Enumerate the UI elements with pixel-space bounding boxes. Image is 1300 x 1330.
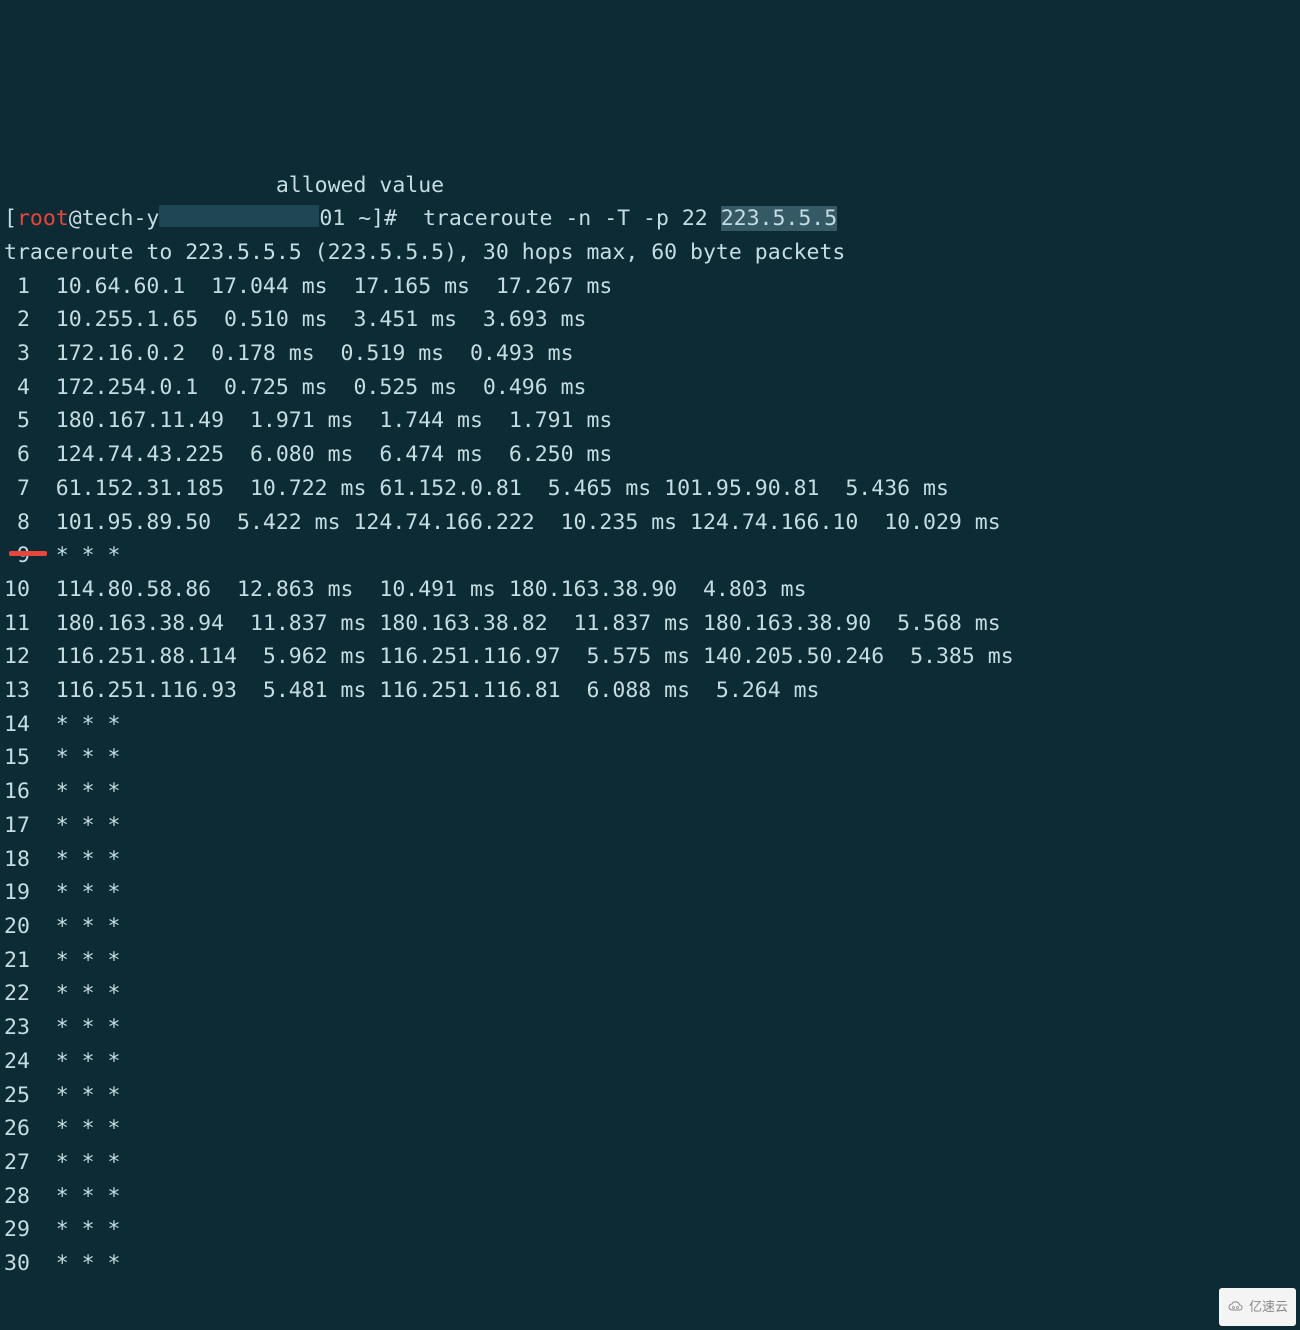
hop-row: 29 * * *	[4, 1213, 1296, 1247]
prompt-symbol: #	[384, 206, 397, 231]
hop-row: 9 * * *	[4, 539, 1296, 573]
terminal-output[interactable]: allowed value[root@tech-y01 ~]# tracerou…	[0, 169, 1300, 1281]
hop-row: 14 * * *	[4, 708, 1296, 742]
hop-row: 27 * * *	[4, 1146, 1296, 1180]
cloud-icon	[1227, 1301, 1245, 1313]
hop-row: 23 * * *	[4, 1011, 1296, 1045]
command-name: traceroute	[423, 206, 552, 231]
watermark-text: 亿速云	[1249, 1290, 1288, 1324]
hop-row: 24 * * *	[4, 1045, 1296, 1079]
hop-row: 4 172.254.0.1 0.725 ms 0.525 ms 0.496 ms	[4, 371, 1296, 405]
hop-row: 25 * * *	[4, 1079, 1296, 1113]
hop-row: 30 * * *	[4, 1247, 1296, 1281]
trace-summary: traceroute to 223.5.5.5 (223.5.5.5), 30 …	[4, 236, 1296, 270]
hop-row: 10 114.80.58.86 12.863 ms 10.491 ms 180.…	[4, 573, 1296, 607]
hop-row: 12 116.251.88.114 5.962 ms 116.251.116.9…	[4, 640, 1296, 674]
hop-row: 28 * * *	[4, 1180, 1296, 1214]
hop-row: 6 124.74.43.225 6.080 ms 6.474 ms 6.250 …	[4, 438, 1296, 472]
hop-row: 15 * * *	[4, 741, 1296, 775]
watermark-badge: 亿速云	[1219, 1288, 1296, 1326]
hop-row: 3 172.16.0.2 0.178 ms 0.519 ms 0.493 ms	[4, 337, 1296, 371]
hop-row: 1 10.64.60.1 17.044 ms 17.165 ms 17.267 …	[4, 270, 1296, 304]
prompt-user: root	[17, 206, 69, 231]
hop-row: 7 61.152.31.185 10.722 ms 61.152.0.81 5.…	[4, 472, 1296, 506]
hop-row: 17 * * *	[4, 809, 1296, 843]
command-flags: -n -T -p 22	[565, 206, 707, 231]
hop-row: 20 * * *	[4, 910, 1296, 944]
hop-row: 16 * * *	[4, 775, 1296, 809]
hop-row: 18 * * *	[4, 843, 1296, 877]
prompt-host-suffix: 01	[319, 206, 345, 231]
command-target-ip: 223.5.5.5	[721, 206, 838, 231]
hostname-redacted	[159, 205, 319, 227]
hop-row: 13 116.251.116.93 5.481 ms 116.251.116.8…	[4, 674, 1296, 708]
hop-row: 21 * * *	[4, 944, 1296, 978]
prompt-path: ~	[358, 206, 371, 231]
hop-row: 26 * * *	[4, 1112, 1296, 1146]
partial-prev-line: allowed value	[4, 169, 1296, 203]
hop-row: 19 * * *	[4, 876, 1296, 910]
prompt-line: [root@tech-y01 ~]# traceroute -n -T -p 2…	[4, 202, 1296, 236]
hop-row: 22 * * *	[4, 977, 1296, 1011]
prompt-host-prefix: tech-y	[82, 206, 160, 231]
hop-row: 2 10.255.1.65 0.510 ms 3.451 ms 3.693 ms	[4, 303, 1296, 337]
annotation-underline	[9, 551, 47, 556]
hop-row: 11 180.163.38.94 11.837 ms 180.163.38.82…	[4, 607, 1296, 641]
hop-row: 5 180.167.11.49 1.971 ms 1.744 ms 1.791 …	[4, 404, 1296, 438]
hop-row: 8 101.95.89.50 5.422 ms 124.74.166.222 1…	[4, 506, 1296, 540]
